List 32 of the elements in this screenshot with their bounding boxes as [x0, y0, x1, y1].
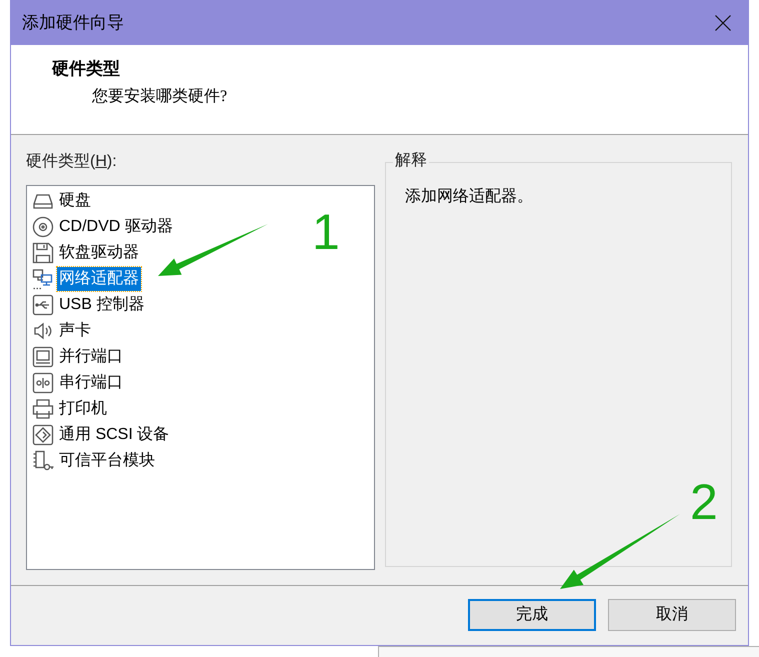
step-number: 2	[690, 474, 718, 530]
laptop-icon	[32, 346, 54, 368]
list-item[interactable]: 通用 SCSI 设备	[57, 423, 172, 447]
floppy-icon	[32, 242, 54, 264]
dialog-button[interactable]: 取消	[608, 599, 736, 631]
dialog-button[interactable]: 完成	[468, 599, 596, 631]
printer-icon	[32, 398, 54, 420]
monitors-icon	[32, 268, 54, 290]
disc-icon	[32, 216, 54, 238]
list-item[interactable]: 声卡	[57, 319, 93, 343]
port-icon	[32, 372, 54, 394]
chip-key-icon	[32, 450, 54, 472]
list-item[interactable]: 打印机	[57, 397, 109, 421]
close-button[interactable]	[714, 14, 732, 32]
close-icon	[715, 15, 731, 31]
page-title: 硬件类型	[52, 58, 120, 80]
page-subtitle: 您要安装哪类硬件?	[92, 86, 228, 107]
list-item[interactable]: 网络适配器	[57, 267, 141, 291]
description-text: 添加网络适配器。	[405, 188, 533, 205]
speaker-icon	[32, 320, 54, 342]
list-label: 硬件类型(H):	[26, 152, 117, 172]
list-item[interactable]: 可信平台模块	[57, 449, 157, 473]
list-item[interactable]: 软盘驱动器	[57, 241, 141, 265]
list-item[interactable]: 串行端口	[57, 371, 125, 395]
diamond-icon	[32, 424, 54, 446]
list-item[interactable]: 硬盘	[57, 189, 93, 213]
list-item[interactable]: CD/DVD 驱动器	[57, 215, 175, 239]
window-title: 添加硬件向导	[22, 12, 124, 34]
step-number: 1	[312, 204, 340, 260]
list-item[interactable]: 并行端口	[57, 345, 125, 369]
list-item[interactable]: USB 控制器	[57, 293, 146, 317]
usb-icon	[32, 294, 54, 316]
